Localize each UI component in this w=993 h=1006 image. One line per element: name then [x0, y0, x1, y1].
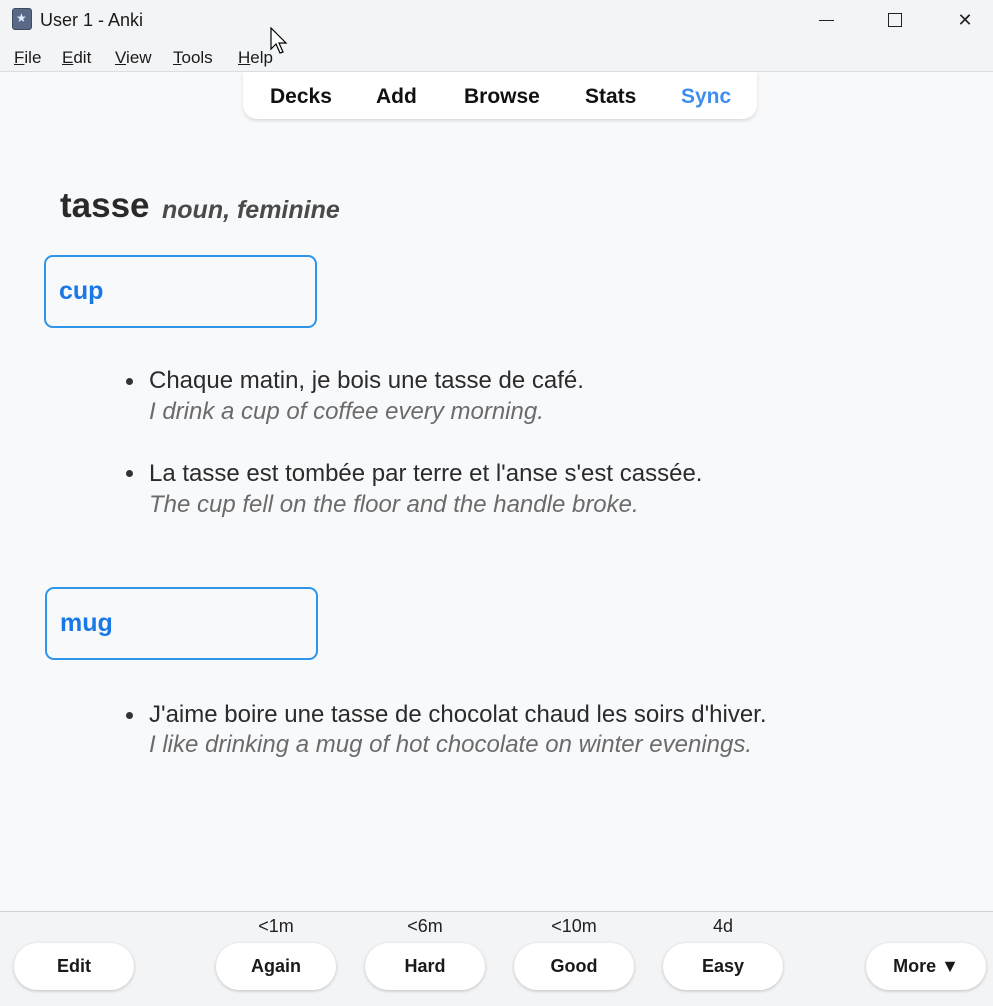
- easy-button[interactable]: Easy: [663, 943, 783, 990]
- window-title: User 1 - Anki: [40, 10, 144, 30]
- meaning-label: mug: [60, 609, 113, 637]
- interval-hard: <6m: [407, 916, 443, 936]
- good-button[interactable]: Good: [514, 943, 634, 990]
- menu-view[interactable]: View: [115, 48, 152, 68]
- title-bar: User 1 - Anki ✕: [0, 0, 993, 40]
- example-french: Chaque matin, je bois une tasse de café.: [149, 367, 584, 394]
- meaning-box: mug: [45, 587, 318, 660]
- maximize-button[interactable]: [860, 0, 930, 40]
- toolbar-add[interactable]: Add: [376, 85, 417, 109]
- close-icon: ✕: [957, 9, 973, 31]
- more-button[interactable]: More ▼: [866, 943, 986, 990]
- main-toolbar: Decks Add Browse Stats Sync: [243, 72, 757, 119]
- interval-again: <1m: [258, 916, 294, 936]
- edit-button[interactable]: Edit: [14, 943, 134, 990]
- minimize-icon: [818, 19, 834, 21]
- menu-tools[interactable]: Tools: [173, 48, 213, 68]
- meaning-box: cup: [44, 255, 317, 328]
- interval-good: <10m: [551, 916, 597, 936]
- card-word: tasse: [60, 186, 150, 225]
- example-english: I drink a cup of coffee every morning.: [149, 398, 544, 425]
- menu-edit[interactable]: Edit: [62, 48, 91, 68]
- card-part-of-speech: noun, feminine: [162, 196, 340, 224]
- menu-bar: File Edit View Tools Help: [0, 40, 993, 72]
- interval-easy: 4d: [712, 916, 734, 936]
- maximize-icon: [888, 13, 902, 27]
- meaning-label: cup: [59, 277, 104, 305]
- example-english: The cup fell on the floor and the handle…: [149, 491, 639, 518]
- bullet-icon: [126, 378, 133, 385]
- anki-logo-icon: [12, 8, 32, 30]
- menu-file[interactable]: File: [14, 48, 41, 68]
- bullet-icon: [126, 712, 133, 719]
- example-french: La tasse est tombée par terre et l'anse …: [149, 460, 703, 487]
- mouse-cursor-icon: [270, 27, 288, 54]
- minimize-button[interactable]: [791, 0, 861, 40]
- toolbar-browse[interactable]: Browse: [464, 85, 540, 109]
- hard-button[interactable]: Hard: [365, 943, 485, 990]
- again-button[interactable]: Again: [216, 943, 336, 990]
- toolbar-decks[interactable]: Decks: [270, 85, 332, 109]
- menu-help[interactable]: Help: [238, 48, 273, 68]
- toolbar-sync[interactable]: Sync: [681, 85, 731, 109]
- example-english: I like drinking a mug of hot chocolate o…: [149, 731, 753, 758]
- example-french: J'aime boire une tasse de chocolat chaud…: [149, 701, 767, 728]
- close-button[interactable]: ✕: [930, 0, 993, 40]
- bullet-icon: [126, 470, 133, 477]
- toolbar-stats[interactable]: Stats: [585, 85, 636, 109]
- answer-bar: Edit <1m Again <6m Hard <10m Good 4d Eas…: [0, 911, 993, 1006]
